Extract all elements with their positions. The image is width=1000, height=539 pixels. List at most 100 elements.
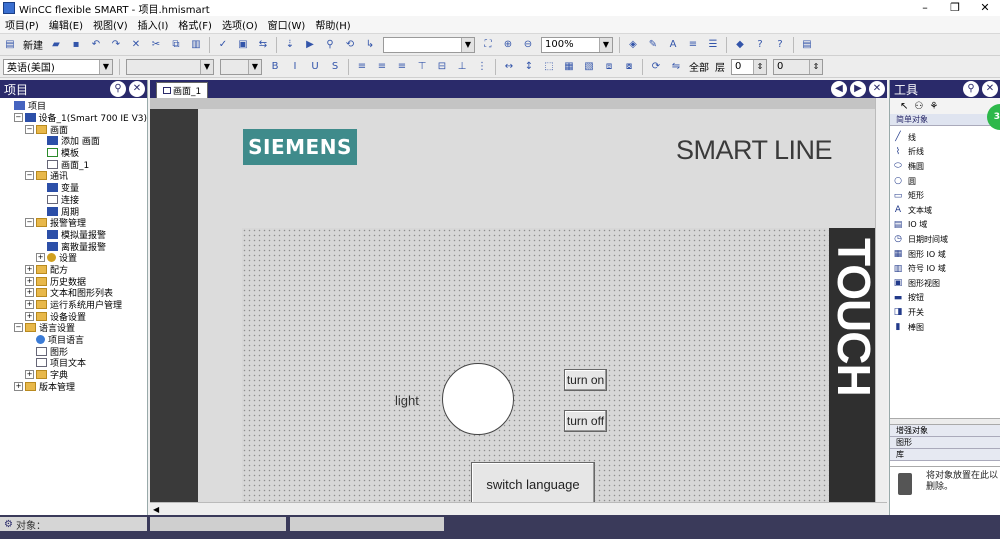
tree-item[interactable]: 画面_1	[0, 158, 147, 171]
language-combo[interactable]: 英语(美国) ▼	[3, 58, 113, 75]
pointer-icon[interactable]: ↖	[900, 101, 908, 112]
align-top-icon[interactable]: ⊤	[415, 60, 429, 74]
tree-item[interactable]: + 运行系统用户管理	[0, 299, 147, 311]
align-left-icon[interactable]: ≡	[355, 60, 369, 74]
expand-icon[interactable]: +	[25, 276, 34, 286]
tree-item[interactable]: 模板	[0, 147, 147, 159]
paste-icon[interactable]: ▥	[189, 38, 203, 52]
tree-item[interactable]: − 语言设置	[0, 322, 147, 334]
tool-item[interactable]: ▭ 矩形	[893, 188, 1000, 203]
align-center-icon[interactable]: ≡	[375, 60, 389, 74]
spinner-icon[interactable]: ⇕	[809, 59, 822, 74]
expand-icon[interactable]: +	[25, 288, 34, 298]
align-middle-icon[interactable]: ⊟	[435, 60, 449, 74]
menu-project[interactable]: 项目(P)	[0, 17, 44, 32]
compile-icon[interactable]: ▣	[236, 38, 250, 52]
line-style-icon[interactable]: ≡	[686, 38, 700, 52]
value-spinner[interactable]: 0 ⇕	[773, 58, 823, 75]
strike-icon[interactable]: S	[328, 60, 342, 74]
replace-icon[interactable]: ⟲	[343, 38, 357, 52]
bold-icon[interactable]: B	[268, 60, 282, 74]
tool-item[interactable]: ◷ 日期时间域	[893, 232, 1000, 247]
redo-icon[interactable]: ↷	[109, 38, 123, 52]
tree-item[interactable]: − 画面	[0, 123, 147, 136]
expand-icon[interactable]: +	[25, 300, 34, 310]
tool-item[interactable]: ▮ 棒图	[893, 320, 1000, 335]
object-combo[interactable]: ▼	[383, 36, 475, 53]
tree-item[interactable]: + 字典	[0, 369, 147, 381]
tool-item[interactable]: A 文本域	[893, 203, 1000, 218]
align-bottom-icon[interactable]: ⊥	[455, 60, 469, 74]
pin-icon[interactable]: ⚲	[963, 81, 979, 97]
tree-item[interactable]: 离散量报警	[0, 240, 147, 253]
turn-off-button[interactable]: turn off	[564, 410, 607, 432]
close-button[interactable]: ✕	[970, 0, 1000, 16]
tree-item[interactable]: + 文本和图形列表	[0, 287, 147, 299]
find-icon[interactable]: ⚲	[323, 38, 337, 52]
simple-objects-header[interactable]: 简单对象	[890, 114, 1000, 126]
menu-insert[interactable]: 插入(I)	[133, 17, 174, 32]
close-editor-icon[interactable]: ✕	[869, 81, 885, 97]
tree-item[interactable]: + 设置	[0, 252, 147, 264]
fill-color-icon[interactable]: ◈	[626, 38, 640, 52]
collapse-icon[interactable]: −	[25, 171, 34, 181]
tree-item[interactable]: + 历史数据	[0, 275, 147, 288]
collapse-icon[interactable]: −	[14, 113, 23, 123]
tool-item[interactable]: ◨ 开关	[893, 305, 1000, 320]
save-icon[interactable]: ▪	[69, 38, 83, 52]
expand-icon[interactable]: +	[14, 381, 23, 391]
tree-item[interactable]: + 版本管理	[0, 381, 147, 393]
tree-item[interactable]: 项目	[0, 100, 147, 112]
zoom-out-icon[interactable]: ⊖	[521, 38, 535, 52]
same-height-icon[interactable]: ↕	[522, 60, 536, 74]
switch-language-button[interactable]: switch language	[471, 462, 595, 502]
check-icon[interactable]: ✓	[216, 38, 230, 52]
line-width-icon[interactable]: ☰	[706, 38, 720, 52]
tool-item[interactable]: ▬ 按钮	[893, 291, 1000, 306]
zoom-in-icon[interactable]: ⊕	[501, 38, 515, 52]
minimize-button[interactable]: –	[910, 0, 940, 16]
new-button[interactable]: 新建	[23, 37, 43, 52]
tree-item[interactable]: 连接	[0, 194, 147, 206]
tools-splitter[interactable]	[890, 418, 1000, 425]
tree-item[interactable]: 周期	[0, 205, 147, 218]
tree-item[interactable]: + 配方	[0, 264, 147, 276]
delete-drop-zone[interactable]: 将对象放置在此以删除。	[890, 466, 1000, 515]
underline-icon[interactable]: U	[308, 60, 322, 74]
zoom-select-icon[interactable]: ⛶	[481, 38, 495, 52]
expand-icon[interactable]: +	[25, 370, 34, 380]
pin-icon[interactable]: ⚲	[110, 81, 126, 97]
help-icon[interactable]: ?	[753, 38, 767, 52]
chevron-down-icon[interactable]: ▼	[200, 59, 213, 74]
tree-item[interactable]: 模拟量报警	[0, 229, 147, 241]
tool-item[interactable]: ▤ IO 域	[893, 218, 1000, 233]
tree-item[interactable]: − 设备_1(Smart 700 IE V3)	[0, 112, 147, 124]
line-color-icon[interactable]: ✎	[646, 38, 660, 52]
enhanced-objects-group[interactable]: 增强对象	[890, 425, 1000, 437]
expand-icon[interactable]: +	[36, 253, 45, 263]
chevron-down-icon[interactable]: ▼	[461, 37, 474, 52]
menu-edit[interactable]: 编辑(E)	[44, 17, 88, 32]
restore-button[interactable]: ❐	[940, 0, 970, 16]
tool-item[interactable]: ▣ 图形视图	[893, 276, 1000, 291]
horizontal-scrollbar[interactable]: ◀	[150, 502, 887, 515]
open-icon[interactable]: ▰	[49, 38, 63, 52]
align-icon[interactable]: ▤	[800, 38, 814, 52]
tree-item[interactable]: − 通讯	[0, 170, 147, 182]
light-label[interactable]: light	[395, 393, 419, 408]
same-size-icon[interactable]: ⬚	[542, 60, 556, 74]
expand-icon[interactable]: +	[25, 264, 34, 274]
tool-item[interactable]: ⬭ 椭圆	[893, 159, 1000, 174]
collapse-icon[interactable]: −	[14, 323, 23, 333]
ungroup-icon[interactable]: ▧	[582, 60, 596, 74]
turn-on-button[interactable]: turn on	[564, 369, 607, 391]
menu-help[interactable]: 帮助(H)	[310, 17, 355, 32]
context-help-icon[interactable]: ?	[773, 38, 787, 52]
tree-item[interactable]: − 报警管理	[0, 217, 147, 229]
scroll-left-icon[interactable]: ◀	[153, 505, 159, 514]
tool-item[interactable]: ▦ 图形 IO 域	[893, 247, 1000, 262]
menu-options[interactable]: 选项(O)	[217, 17, 263, 32]
group-icon[interactable]: ▦	[562, 60, 576, 74]
tree-icon[interactable]: ⚘	[929, 101, 938, 112]
collapse-icon[interactable]: −	[25, 124, 34, 134]
